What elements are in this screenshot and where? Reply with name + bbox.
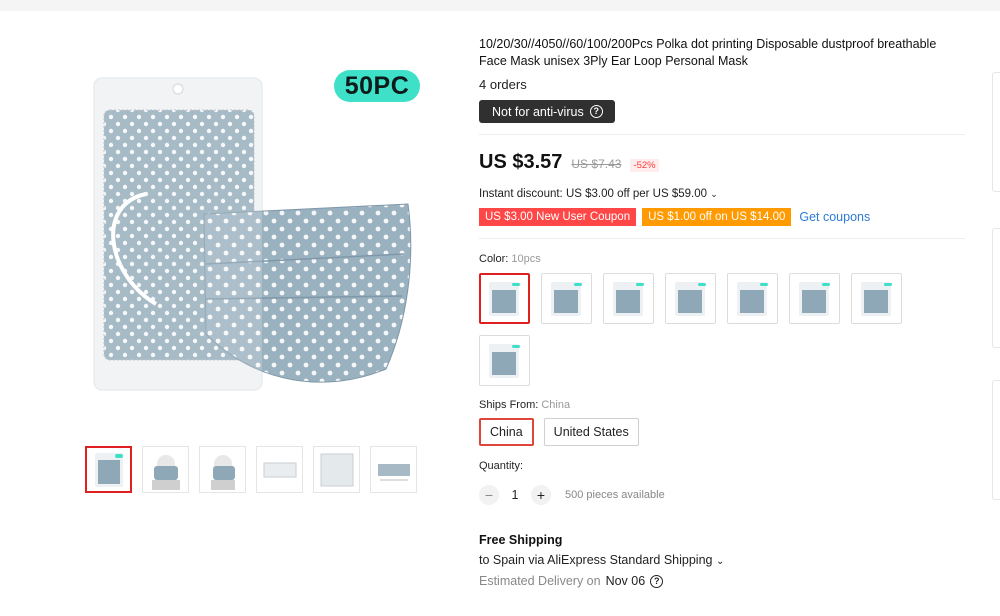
color-option[interactable] (727, 273, 778, 324)
thumbnail-strip (85, 446, 417, 493)
quantity-stepper: − 1 + 500 pieces available (479, 485, 969, 505)
ships-from-options: China United States (479, 418, 969, 446)
shipping-method-text: to Spain via AliExpress Standard Shippin… (479, 553, 713, 567)
original-price: US $7.43 (571, 157, 622, 171)
color-label: Color: 10pcs (479, 253, 969, 265)
new-user-coupon[interactable]: US $3.00 New User Coupon (479, 208, 637, 226)
chevron-down-icon: ⌄ (715, 556, 725, 567)
thumbnail-5[interactable] (313, 446, 360, 493)
side-card (992, 380, 1000, 500)
main-product-image[interactable] (86, 64, 426, 404)
anti-virus-notice: Not for anti-virus ? (479, 100, 615, 123)
color-options (479, 273, 909, 386)
color-label-text: Color: (479, 253, 509, 265)
thumbnail-1[interactable] (85, 446, 132, 493)
pack-size-badge: 50PC (334, 70, 420, 102)
quantity-increase-button[interactable]: + (531, 485, 551, 505)
get-coupons-link[interactable]: Get coupons (799, 210, 870, 224)
quantity-value[interactable]: 1 (509, 488, 521, 502)
ship-option-united-states[interactable]: United States (543, 418, 639, 446)
ships-from-label-text: Ships From: (479, 399, 539, 411)
instant-discount[interactable]: Instant discount: US $3.00 off per US $5… (479, 188, 969, 200)
divider (479, 238, 965, 239)
coupon-row: US $3.00 New User Coupon US $1.00 off on… (479, 208, 969, 226)
ship-option-china[interactable]: China (479, 418, 534, 446)
order-count: 4 orders (479, 77, 527, 92)
side-card (992, 72, 1000, 192)
quantity-decrease-button[interactable]: − (479, 485, 499, 505)
price-row: US $3.57 US $7.43 -52% (479, 151, 969, 174)
ships-from-selected-value: China (541, 399, 571, 411)
estimated-delivery: Estimated Delivery on Nov 06 ? (479, 574, 969, 588)
question-icon[interactable]: ? (589, 105, 603, 118)
notice-text: Not for anti-virus (492, 104, 584, 119)
available-pieces: 500 pieces available (565, 489, 665, 501)
product-info: 10/20/30//4050//60/100/200Pcs Polka dot … (479, 36, 969, 588)
store-coupon[interactable]: US $1.00 off on US $14.00 (642, 208, 792, 226)
color-option[interactable] (479, 273, 530, 324)
thumbnail-4[interactable] (256, 446, 303, 493)
side-card (992, 228, 1000, 348)
product-title: 10/20/30//4050//60/100/200Pcs Polka dot … (479, 37, 937, 68)
chevron-down-icon: ⌄ (710, 189, 718, 199)
top-bar (0, 0, 1000, 11)
instant-discount-text: Instant discount: US $3.00 off per US $5… (479, 188, 708, 200)
color-selected-value: 10pcs (511, 253, 541, 265)
color-option[interactable] (851, 273, 902, 324)
thumbnail-2[interactable] (142, 446, 189, 493)
color-option[interactable] (479, 335, 530, 386)
shipping-method[interactable]: to Spain via AliExpress Standard Shippin… (479, 553, 969, 567)
thumbnail-6[interactable] (370, 446, 417, 493)
color-option[interactable] (603, 273, 654, 324)
discount-percent: -52% (630, 159, 659, 172)
estimated-delivery-label: Estimated Delivery on (479, 574, 601, 588)
free-shipping-label: Free Shipping (479, 533, 563, 547)
color-option[interactable] (665, 273, 716, 324)
estimated-delivery-date: Nov 06 (605, 574, 646, 588)
ships-from-label: Ships From: China (479, 399, 969, 411)
thumbnail-3[interactable] (199, 446, 246, 493)
question-icon[interactable]: ? (650, 574, 664, 588)
current-price: US $3.57 (479, 151, 563, 173)
divider (479, 134, 965, 135)
color-option[interactable] (541, 273, 592, 324)
quantity-label: Quantity: (479, 460, 524, 472)
color-option[interactable] (789, 273, 840, 324)
